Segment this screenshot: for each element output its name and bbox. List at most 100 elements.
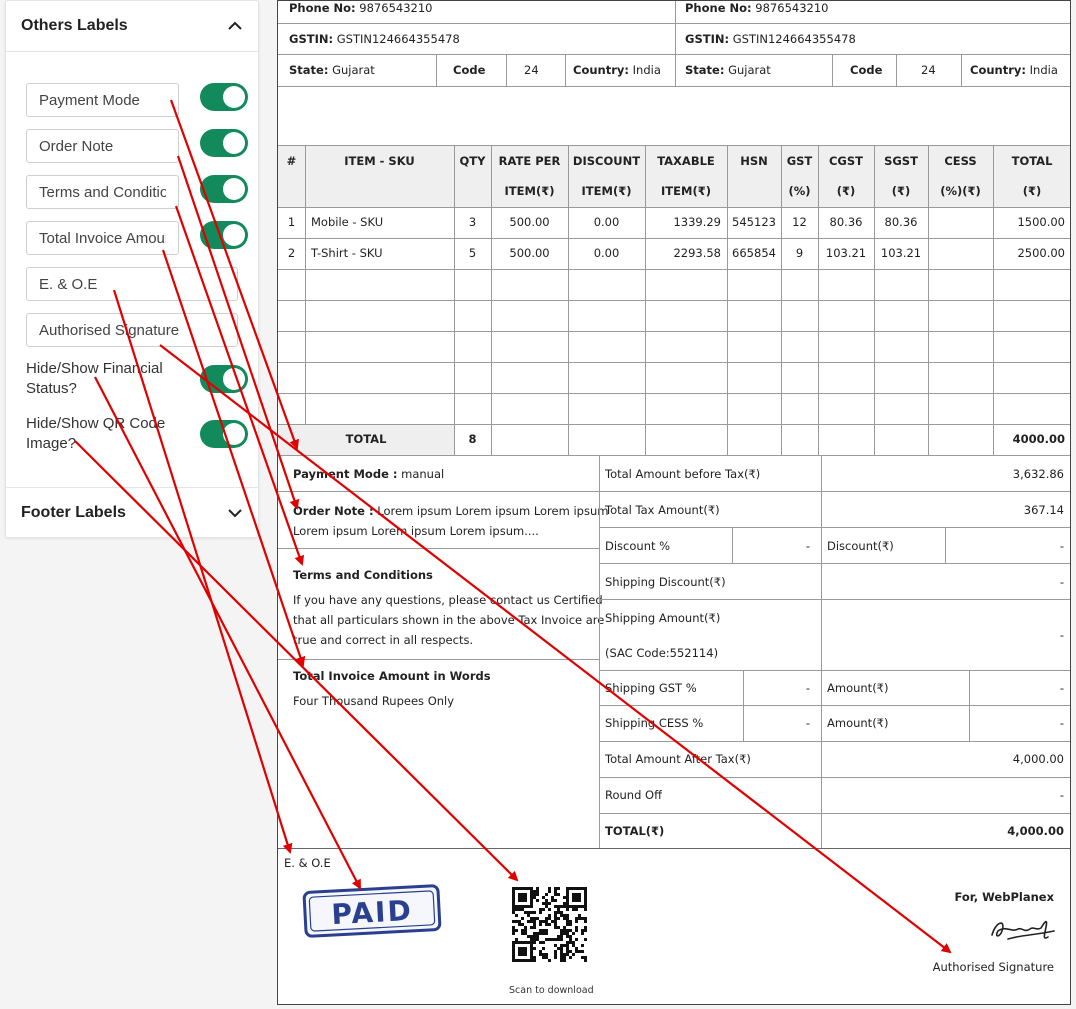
table-cell: 12	[792, 215, 807, 229]
right-state: State: Gujarat	[685, 63, 771, 77]
eoe-label-input[interactable]	[26, 267, 238, 301]
table-cell: 2	[287, 246, 296, 260]
qr-code-image	[512, 887, 587, 962]
summary-line	[599, 777, 1070, 778]
discount-amt-label: Discount(₹)	[827, 539, 894, 553]
table-line	[278, 238, 1070, 239]
order-note: Order Note : Lorem ipsum Lorem ipsum Lor…	[293, 504, 609, 518]
table-cell: 9	[795, 246, 804, 260]
column-header-sub: (₹)	[1022, 184, 1042, 198]
column-header: ITEM - SKU	[344, 154, 415, 168]
signature-image	[991, 920, 1055, 940]
table-cell: Mobile - SKU	[311, 215, 384, 229]
table-line	[278, 145, 1070, 146]
tax-value: 367.14	[1023, 503, 1064, 517]
summary-line	[599, 599, 1070, 600]
left-code: 24	[524, 63, 539, 77]
table-cell: 80.36	[829, 215, 863, 229]
table-cell: 500.00	[509, 215, 550, 229]
table-col-line	[305, 145, 306, 424]
financial-status-toggle[interactable]	[200, 365, 248, 393]
left-gstin: GSTIN: GSTIN124664355478	[289, 32, 460, 46]
column-header: DISCOUNT	[572, 154, 641, 168]
for-company: For, WebPlanex	[954, 890, 1055, 904]
column-header: RATE PER	[498, 154, 561, 168]
others-labels-title: Others Labels	[21, 17, 128, 34]
table-line	[278, 455, 1070, 456]
ship-gst-label: Shipping GST %	[605, 681, 697, 695]
table-cell: T-Shirt - SKU	[311, 246, 383, 260]
qr-code-toggle[interactable]	[200, 420, 248, 448]
ship-cess-value: -	[805, 716, 810, 730]
table-cell: 3	[468, 215, 477, 229]
table-cell: 2293.58	[673, 246, 721, 260]
summary-sub	[743, 670, 744, 741]
chevron-down-icon[interactable]	[227, 505, 243, 521]
table-cell: 103.21	[825, 246, 867, 260]
discount-pct-value: -	[805, 539, 810, 553]
summary-line	[599, 491, 1070, 492]
svg-text:PAID: PAID	[331, 894, 414, 931]
right-code: 24	[921, 63, 936, 77]
right-country: Country: India	[970, 63, 1058, 77]
terms-line1: If you have any questions, please contac…	[293, 593, 603, 607]
left-phone: Phone No: 9876543210	[289, 1, 433, 15]
ship-cess-label: Shipping CESS %	[605, 716, 704, 730]
terms-toggle[interactable]	[200, 175, 248, 203]
summary-line	[599, 527, 1070, 528]
payment-mode: Payment Mode : manual	[293, 467, 445, 481]
column-header: CESS	[944, 154, 977, 168]
ship-gst-amt-label: Amount(₹)	[827, 681, 889, 695]
column-header-sub: (₹)	[836, 184, 856, 198]
grand-total-label: TOTAL(₹)	[605, 824, 665, 838]
column-header-sub: (%)	[788, 184, 811, 198]
payment-mode-label-input[interactable]	[26, 83, 179, 117]
column-header: QTY	[459, 154, 486, 168]
table-cell: 0.00	[593, 215, 620, 229]
qr-code-label: Hide/Show QR Code Image?	[26, 415, 166, 452]
settings-panel: Others Labels Hide/Show Financial Status…	[5, 0, 259, 538]
right-gstin: GSTIN: GSTIN124664355478	[685, 32, 856, 46]
table-col-line	[727, 145, 728, 455]
terms-label-input[interactable]	[26, 175, 179, 209]
total-amount: 4000.00	[1012, 432, 1065, 446]
order-note-line2: Lorem ipsum Lorem ipsum Lorem ipsum....	[293, 524, 539, 538]
paid-stamp: PAID	[302, 884, 442, 938]
table-cell: 500.00	[509, 246, 550, 260]
order-note-toggle[interactable]	[200, 129, 248, 157]
chevron-up-icon[interactable]	[227, 18, 243, 34]
payment-mode-toggle[interactable]	[200, 83, 248, 111]
summary-line	[599, 741, 1070, 742]
ship-gst-amt-value: -	[1059, 681, 1064, 695]
before-tax-value: 3,632.86	[1012, 467, 1064, 481]
table-line	[278, 331, 1070, 332]
column-header-sub: ITEM(₹)	[581, 184, 632, 198]
table-line	[278, 424, 1070, 425]
before-tax-label: Total Amount before Tax(₹)	[605, 467, 761, 481]
table-cell: 665854	[732, 246, 776, 260]
table-line	[278, 362, 1070, 363]
right-code-label: Code	[850, 63, 883, 77]
discount-pct-label: Discount %	[605, 539, 671, 553]
after-tax-value: 4,000.00	[1012, 752, 1064, 766]
invoice-words-label-input[interactable]	[26, 221, 179, 255]
summary-line	[599, 563, 1070, 564]
summary-sub	[732, 527, 733, 563]
table-line	[278, 393, 1070, 394]
column-header-sub: ITEM(₹)	[504, 184, 555, 198]
invoice-words-toggle[interactable]	[200, 221, 248, 249]
table-cell: 80.36	[884, 215, 918, 229]
signature-label-input[interactable]	[26, 313, 238, 347]
table-line	[278, 300, 1070, 301]
others-labels-header[interactable]: Others Labels	[6, 1, 258, 51]
left-code-label: Code	[453, 63, 486, 77]
round-off-label: Round Off	[605, 788, 663, 802]
footer-labels-header[interactable]: Footer Labels	[6, 488, 258, 538]
ship-discount-label: Shipping Discount(₹)	[605, 575, 726, 589]
table-cell: 0.00	[593, 246, 620, 260]
order-note-label-input[interactable]	[26, 129, 179, 163]
column-header: HSN	[740, 154, 768, 168]
table-cell: 1	[287, 215, 296, 229]
terms-line2: that all particulars shown in the above …	[293, 613, 605, 627]
summary-sub	[945, 527, 946, 563]
